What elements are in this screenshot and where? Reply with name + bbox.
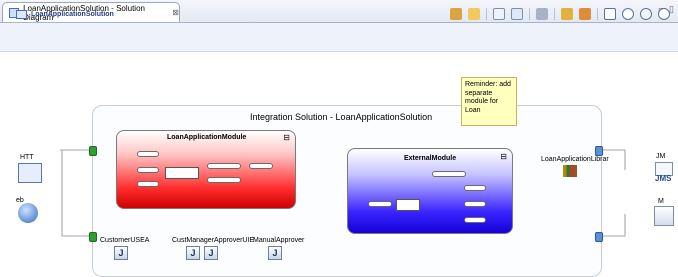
- external-module[interactable]: ExternalModule ⊟: [347, 148, 513, 234]
- java-component-icon[interactable]: J: [204, 246, 218, 260]
- module-import-node[interactable]: [464, 217, 486, 223]
- module-export-node[interactable]: [137, 181, 159, 187]
- module-import-node[interactable]: [207, 163, 241, 169]
- web-service-icon[interactable]: [18, 203, 38, 223]
- solution-title: Integration Solution - LoanApplicationSo…: [250, 112, 433, 122]
- solution-port-jms[interactable]: [595, 146, 603, 156]
- library-label: LoanApplicationLibrar: [541, 156, 609, 163]
- library-icon[interactable]: [563, 165, 577, 177]
- module-import-node[interactable]: [464, 201, 486, 207]
- customer-label: CustomerUSEA: [100, 237, 150, 244]
- web-label: eb: [16, 197, 24, 204]
- jm-label: JM: [656, 153, 666, 160]
- loan-application-module[interactable]: LoanApplicationModule ⊟: [116, 130, 296, 209]
- module-import-node[interactable]: [249, 163, 273, 169]
- module-export-node[interactable]: [137, 167, 159, 173]
- module-import-node[interactable]: [207, 177, 241, 183]
- collapse-icon[interactable]: ⊟: [500, 152, 507, 161]
- process-component[interactable]: [396, 199, 420, 211]
- manual-label: ManualApprover: [253, 237, 305, 244]
- loan-module-title: LoanApplicationModule: [167, 134, 247, 141]
- collapse-icon[interactable]: ⊟: [283, 133, 290, 142]
- module-export-node[interactable]: [137, 151, 159, 157]
- http-export-icon[interactable]: [18, 163, 42, 183]
- http-label: HTT: [20, 154, 34, 161]
- jms-label: JMS: [655, 174, 672, 183]
- solution-port-web[interactable]: [89, 232, 97, 242]
- mq-label: M: [658, 198, 664, 205]
- java-component-icon[interactable]: J: [268, 246, 282, 260]
- external-module-title: ExternalModule: [404, 155, 457, 162]
- reminder-note[interactable]: Reminder: add separate module for Loan: [461, 77, 517, 126]
- manager-label: CustManagerApproverUIE: [172, 237, 255, 244]
- module-export-node[interactable]: [432, 171, 466, 177]
- process-component[interactable]: [165, 167, 199, 179]
- java-component-icon[interactable]: J: [186, 246, 200, 260]
- module-import-node[interactable]: [464, 185, 486, 191]
- module-export-node[interactable]: [368, 201, 392, 207]
- java-component-icon[interactable]: J: [114, 246, 128, 260]
- solution-port-mq[interactable]: [595, 232, 603, 242]
- solution-port-http[interactable]: [89, 146, 97, 156]
- document-icon[interactable]: [654, 206, 674, 226]
